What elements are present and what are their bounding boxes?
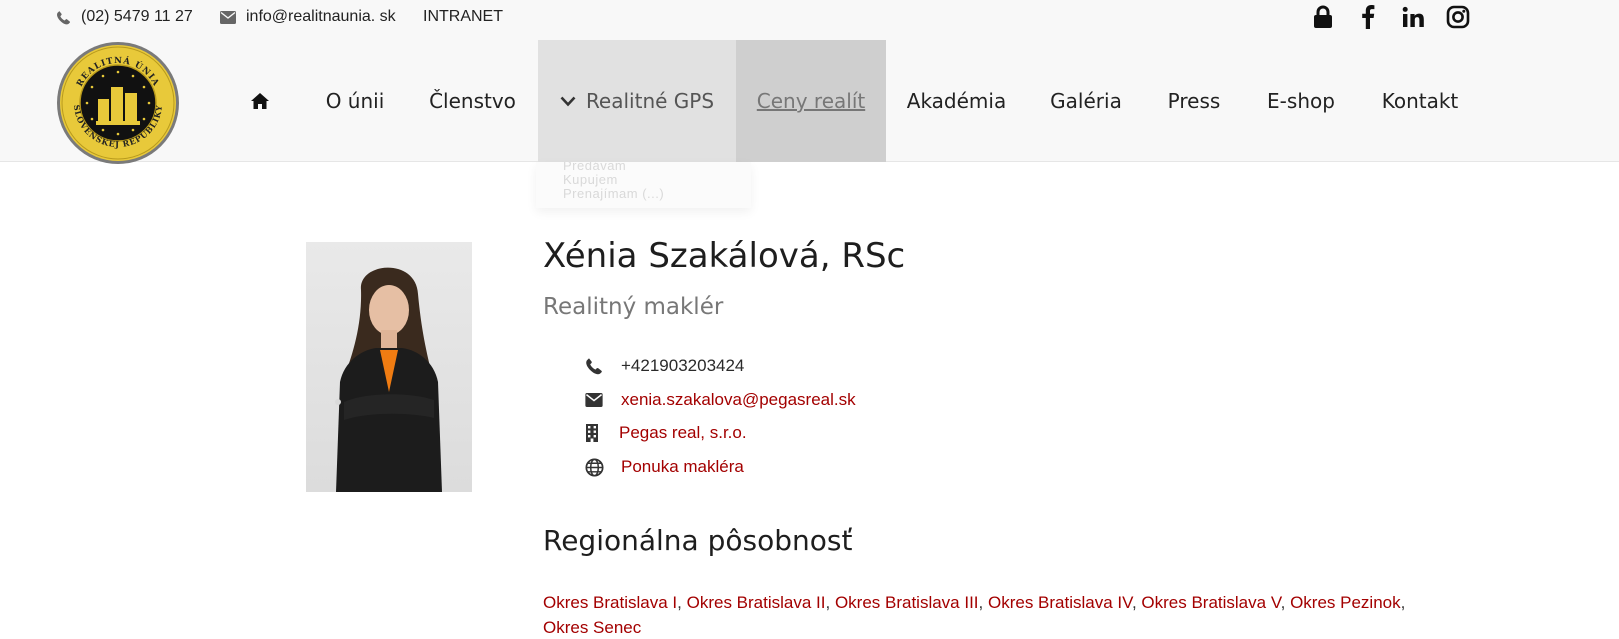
dropdown-item-prenajimam[interactable]: Prenajímam (...)	[563, 186, 664, 201]
linkedin-icon[interactable]	[1400, 4, 1426, 30]
dropdown-item-kupujem[interactable]: Kupujem	[563, 172, 618, 187]
topbar-phone-text: (02) 5479 11 27	[81, 8, 193, 25]
contact-company-link[interactable]: Pegas real, s.r.o.	[619, 423, 747, 443]
nav-eshop-label: E-shop	[1267, 89, 1335, 113]
envelope-icon	[585, 388, 621, 412]
nav-akademia-label: Akadémia	[906, 89, 1007, 113]
phone-icon	[57, 10, 71, 24]
region-link[interactable]: Okres Bratislava I	[543, 593, 677, 612]
home-icon	[251, 93, 269, 109]
contact-offer[interactable]: Ponuka makléra	[585, 455, 744, 479]
nav-ceny-realit[interactable]: Ceny realít	[736, 40, 886, 162]
region-separator: ,	[1131, 593, 1142, 612]
main-header: REALITNÁ ÚNIA SLOVENSKEJ REPUBLIKY O úni…	[0, 40, 1619, 165]
contact-company[interactable]: Pegas real, s.r.o.	[585, 421, 747, 445]
top-bar: (02) 5479 11 27 info@realitnaunia. sk IN…	[0, 0, 1619, 40]
contact-phone[interactable]: +421903203424	[585, 354, 744, 378]
agent-photo	[306, 242, 472, 492]
contact-offer-link[interactable]: Ponuka makléra	[621, 457, 744, 477]
contact-email[interactable]: xenia.szakalova@pegasreal.sk	[585, 388, 856, 412]
nav-press[interactable]: Press	[1161, 40, 1227, 162]
envelope-icon	[220, 10, 236, 24]
nav-ceny-realit-label: Ceny realít	[756, 89, 866, 113]
region-link[interactable]: Okres Bratislava V	[1141, 593, 1280, 612]
phone-icon	[585, 354, 621, 378]
nav-clenstvo-label: Členstvo	[429, 89, 516, 113]
region-link[interactable]: Okres Bratislava III	[835, 593, 979, 612]
nav-clenstvo[interactable]: Členstvo	[420, 40, 525, 162]
agent-name: Xénia Szakálová, RSc	[543, 236, 906, 276]
region-separator: ,	[978, 593, 988, 612]
region-separator: ,	[1280, 593, 1291, 612]
topbar-email-link[interactable]: info@realitnaunia. sk	[220, 7, 396, 27]
region-separator: ,	[825, 593, 835, 612]
nav-realitne-gps[interactable]: Realitné GPS	[538, 40, 736, 162]
region-link[interactable]: Okres Bratislava IV	[988, 593, 1132, 612]
topbar-email-text: info@realitnaunia. sk	[246, 8, 396, 25]
realitne-gps-dropdown: Predávam Kupujem Prenajímam (...)	[536, 162, 751, 208]
nav-kontakt-label: Kontakt	[1381, 89, 1459, 113]
nav-galeria[interactable]: Galéria	[1045, 40, 1127, 162]
intranet-text: INTRANET	[423, 8, 503, 25]
nav-akademia[interactable]: Akadémia	[900, 40, 1013, 162]
topbar-phone-link[interactable]: (02) 5479 11 27	[56, 7, 193, 27]
nav-galeria-label: Galéria	[1050, 89, 1122, 113]
intranet-link[interactable]: INTRANET	[423, 7, 503, 27]
region-separator: ,	[677, 593, 687, 612]
region-link[interactable]: Okres Bratislava II	[687, 593, 826, 612]
contact-phone-text: +421903203424	[621, 356, 745, 375]
nav-press-label: Press	[1167, 89, 1221, 113]
agent-role: Realitný maklér	[543, 294, 724, 320]
region-list: Okres Bratislava I, Okres Bratislava II,…	[543, 590, 1443, 639]
nav-home[interactable]	[240, 40, 280, 162]
globe-icon	[585, 455, 621, 479]
contact-email-link[interactable]: xenia.szakalova@pegasreal.sk	[621, 390, 856, 410]
nav-eshop[interactable]: E-shop	[1265, 40, 1337, 162]
realitna-unia-logo[interactable]: REALITNÁ ÚNIA SLOVENSKEJ REPUBLIKY	[56, 41, 180, 165]
nav-realitne-gps-label: Realitné GPS	[585, 89, 715, 113]
region-link[interactable]: Okres Pezinok	[1290, 593, 1401, 612]
region-separator: ,	[1400, 593, 1406, 612]
building-icon	[585, 421, 619, 445]
facebook-icon[interactable]	[1355, 4, 1381, 30]
region-title: Regionálna pôsobnosť	[543, 524, 853, 557]
region-link[interactable]: Okres Senec	[543, 618, 641, 637]
nav-o-unii-label: O únii	[325, 89, 385, 113]
nav-o-unii[interactable]: O únii	[305, 40, 405, 162]
lock-icon[interactable]	[1310, 4, 1336, 30]
instagram-icon[interactable]	[1445, 4, 1471, 30]
chevron-down-icon	[560, 96, 576, 106]
nav-kontakt[interactable]: Kontakt	[1380, 40, 1460, 162]
